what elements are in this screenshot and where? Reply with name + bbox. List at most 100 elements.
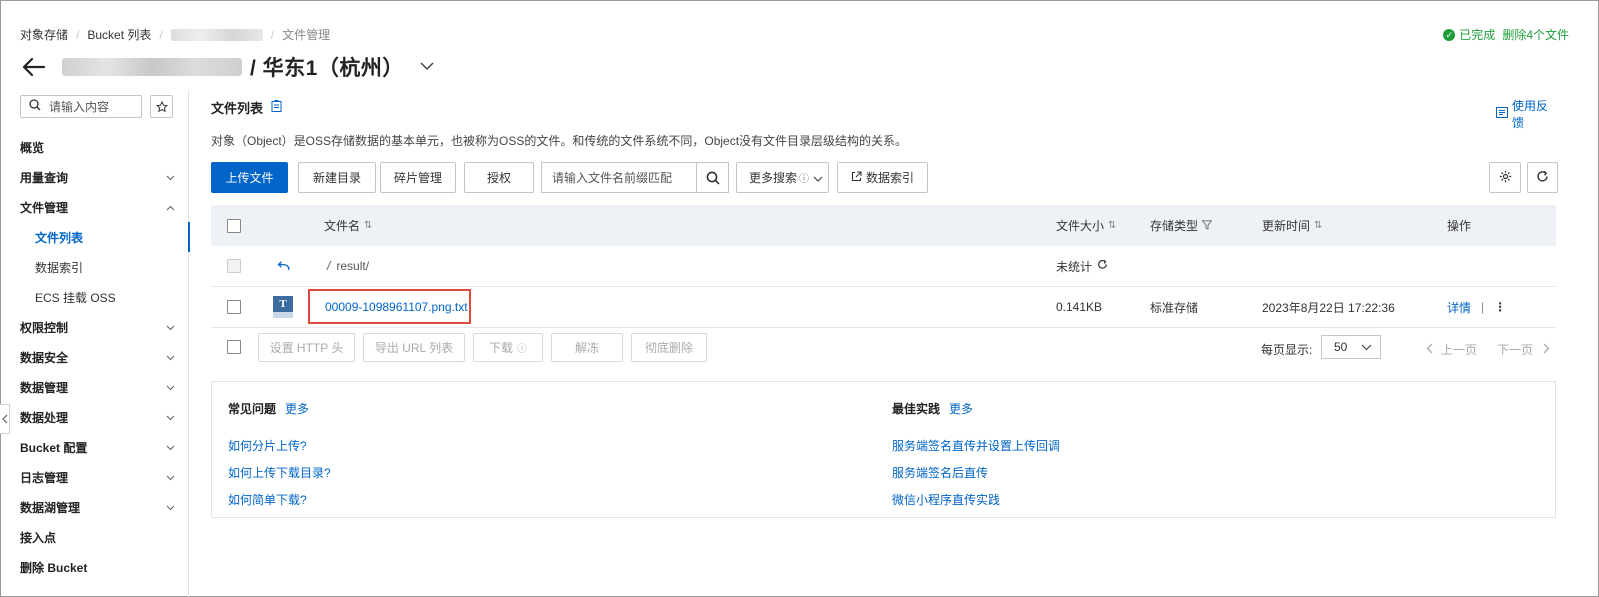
sidebar-item[interactable]: Bucket 配置	[0, 432, 189, 462]
sidebar-item[interactable]: 删除 Bucket	[0, 552, 189, 582]
chevron-down-icon	[1361, 340, 1372, 354]
sidebar-item[interactable]: 数据处理	[0, 402, 189, 432]
file-name-link[interactable]: 00009-1098961107.png.txt	[325, 300, 468, 314]
set-http-header-button[interactable]: 设置 HTTP 头	[258, 333, 355, 362]
page-header: / 华东1（杭州）	[20, 52, 434, 82]
table-row[interactable]: T 00009-1098961107.png.txt 0.141KB 标准存储 …	[211, 287, 1556, 328]
feedback-link[interactable]: 使用反馈	[1496, 97, 1556, 131]
sidebar-item-label: 用量查询	[20, 170, 69, 185]
export-url-button[interactable]: 导出 URL 列表	[363, 333, 465, 362]
sidebar-item[interactable]: 权限控制	[0, 312, 189, 342]
column-header-name[interactable]: 文件名 ⇅	[324, 205, 372, 246]
external-link-icon	[851, 170, 862, 185]
chevron-down-icon[interactable]	[420, 60, 434, 74]
prev-page-label: 上一页	[1441, 343, 1478, 357]
refresh-icon[interactable]	[1097, 259, 1108, 273]
unfreeze-button[interactable]: 解冻	[551, 333, 623, 362]
detail-link[interactable]: 详情	[1447, 299, 1471, 316]
best-practice-more-link[interactable]: 更多	[949, 400, 973, 417]
sidebar-item-label: 文件列表	[35, 230, 84, 245]
best-practice-link[interactable]: 服务端签名后直传	[892, 464, 1060, 491]
file-table: 文件名 ⇅ 文件大小 ⇅ 存储类型 更新时间 ⇅ 操作 / result/ 未统…	[211, 205, 1556, 328]
sidebar-item[interactable]: ECS 挂载 OSS	[0, 282, 189, 312]
filter-icon[interactable]	[1201, 219, 1213, 233]
action-separator: |	[1481, 300, 1485, 314]
faq-link[interactable]: 如何简单下载?	[228, 491, 331, 518]
sidebar-item-label: 接入点	[20, 530, 57, 545]
sidebar-item[interactable]: 用量查询	[0, 162, 189, 192]
batch-actions-bar: 设置 HTTP 头 导出 URL 列表 下载 ⓘ 解冻 彻底删除 每页显示: 5…	[211, 330, 1556, 364]
column-header-storage[interactable]: 存储类型	[1150, 205, 1213, 246]
status-action-link[interactable]: 删除4个文件	[1502, 26, 1569, 43]
best-practice-link[interactable]: 服务端签名直传并设置上传回调	[892, 437, 1060, 464]
authorize-button[interactable]: 授权	[464, 162, 534, 193]
file-search-input[interactable]	[542, 170, 692, 185]
star-icon[interactable]	[150, 95, 173, 118]
file-search	[541, 162, 729, 193]
new-directory-button[interactable]: 新建目录	[298, 162, 376, 193]
bucket-name-redacted	[62, 58, 242, 76]
data-index-button[interactable]: 数据索引	[837, 162, 928, 193]
more-search-button[interactable]: 更多搜索 ⓘ	[736, 162, 829, 193]
breadcrumb-bucket-name-redacted[interactable]	[170, 28, 263, 41]
faq-title: 常见问题	[228, 402, 277, 416]
more-vertical-icon[interactable]: ⋮	[1494, 300, 1506, 314]
next-page-button[interactable]: 下一页	[1497, 341, 1550, 358]
sidebar-item[interactable]: 数据索引	[0, 252, 189, 282]
sidebar-item[interactable]: 概览	[0, 132, 189, 162]
best-practice-link[interactable]: 微信小程序直传实践	[892, 491, 1060, 518]
sort-icon[interactable]: ⇅	[364, 220, 372, 231]
per-page-label: 每页显示:	[1261, 343, 1313, 357]
sidebar-item-label: 数据安全	[20, 350, 69, 365]
sidebar-item[interactable]: 日志管理	[0, 462, 189, 492]
sidebar-search-input[interactable]	[49, 99, 139, 114]
column-header-updated[interactable]: 更新时间 ⇅	[1262, 205, 1322, 246]
table-header: 文件名 ⇅ 文件大小 ⇅ 存储类型 更新时间 ⇅ 操作	[211, 205, 1556, 246]
fragment-management-button[interactable]: 碎片管理	[380, 162, 456, 193]
sidebar-item[interactable]: 数据湖管理	[0, 492, 189, 522]
section-title: 文件列表	[211, 98, 282, 117]
permanent-delete-button[interactable]: 彻底删除	[631, 333, 707, 362]
chevron-right-icon	[1543, 343, 1550, 357]
column-header-size[interactable]: 文件大小 ⇅	[1056, 205, 1116, 246]
sidebar-item-label: 日志管理	[20, 470, 69, 485]
prev-page-button[interactable]: 上一页	[1426, 341, 1477, 358]
faq-more-link[interactable]: 更多	[285, 400, 309, 417]
download-button[interactable]: 下载 ⓘ	[473, 333, 543, 362]
per-page-select[interactable]: 50	[1321, 335, 1381, 359]
return-arrow-icon[interactable]	[277, 246, 290, 286]
settings-button[interactable]	[1489, 162, 1521, 193]
sort-icon[interactable]: ⇅	[1314, 220, 1322, 231]
search-icon[interactable]	[696, 163, 728, 192]
sort-icon[interactable]: ⇅	[1108, 220, 1116, 231]
faq-section: 常见问题 更多 如何分片上传? 如何上传下载目录? 如何简单下载?	[228, 400, 331, 518]
back-arrow-icon[interactable]	[20, 53, 48, 81]
sidebar-item-label: 数据管理	[20, 380, 69, 395]
breadcrumb-oss[interactable]: 对象存储	[20, 26, 68, 43]
select-all-checkbox[interactable]	[227, 218, 241, 233]
breadcrumb-bucket-list[interactable]: Bucket 列表	[87, 26, 151, 43]
faq-link[interactable]: 如何分片上传?	[228, 437, 331, 464]
page-title-region: / 华东1（杭州）	[250, 57, 404, 80]
chevron-down-icon	[166, 410, 175, 424]
breadcrumb-current: 文件管理	[282, 28, 331, 42]
row-checkbox[interactable]	[227, 300, 241, 314]
column-name-label: 文件名	[324, 219, 361, 233]
batch-select-checkbox[interactable]	[227, 340, 241, 354]
sidebar-search	[20, 95, 142, 118]
table-row-parent[interactable]: / result/ 未统计	[211, 246, 1556, 287]
sidebar-collapse-handle[interactable]	[0, 404, 10, 434]
sidebar-item[interactable]: 接入点	[0, 522, 189, 552]
sidebar-item[interactable]: 文件列表	[0, 222, 190, 252]
next-page-label: 下一页	[1497, 343, 1534, 357]
sidebar-item-label: 概览	[20, 140, 45, 155]
upload-button[interactable]: 上传文件	[211, 162, 288, 193]
faq-link[interactable]: 如何上传下载目录?	[228, 464, 331, 491]
sidebar-item-label: ECS 挂载 OSS	[35, 290, 116, 305]
document-icon[interactable]	[271, 100, 282, 115]
refresh-button[interactable]	[1527, 162, 1558, 193]
sidebar-item[interactable]: 数据安全	[0, 342, 189, 372]
sidebar-item[interactable]: 文件管理	[0, 192, 189, 222]
parent-path-link[interactable]: result/	[336, 259, 369, 273]
sidebar-item[interactable]: 数据管理	[0, 372, 189, 402]
